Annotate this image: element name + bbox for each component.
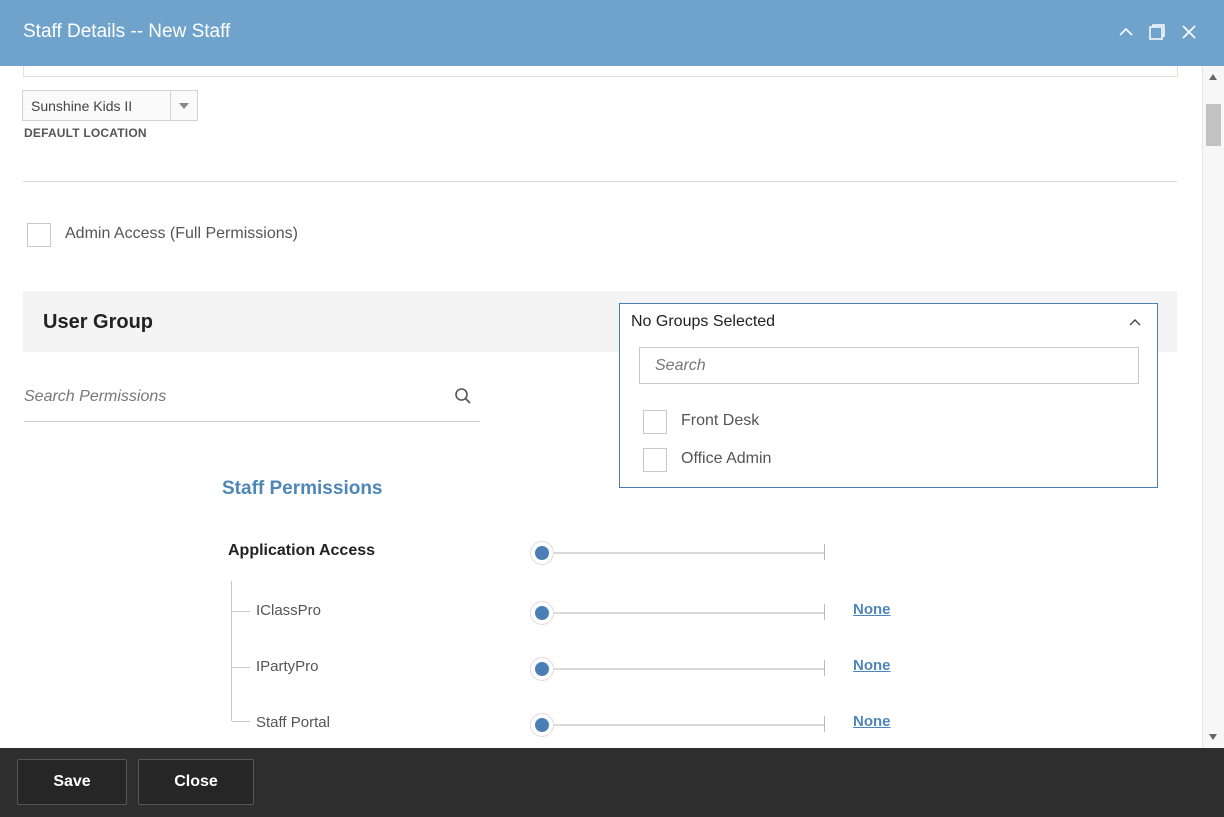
save-button[interactable]: Save: [17, 759, 127, 805]
caret-down-icon[interactable]: [170, 91, 197, 120]
iclasspro-level-link[interactable]: None: [853, 601, 891, 618]
window-title: Staff Details -- New Staff: [23, 21, 231, 42]
staff-portal-slider[interactable]: [531, 714, 827, 736]
application-access-slider[interactable]: [531, 542, 827, 564]
permission-label-iclasspro: IClassPro: [256, 602, 322, 619]
admin-access-label: Admin Access (Full Permissions): [65, 225, 298, 242]
user-group-title: User Group: [43, 311, 154, 333]
section-divider: [23, 181, 1177, 182]
window-titlebar: Staff Details -- New Staff: [0, 0, 1224, 66]
scroll-up-arrow-icon[interactable]: [1209, 74, 1217, 80]
scrollbar-thumb[interactable]: [1206, 104, 1221, 146]
user-group-selected-value: No Groups Selected: [631, 313, 776, 330]
group-search-field: [639, 347, 1139, 384]
tree-line: [231, 581, 232, 721]
application-access-label: Application Access: [228, 542, 376, 559]
slider-handle[interactable]: [531, 658, 553, 680]
collapse-icon[interactable]: [1114, 20, 1138, 44]
staff-permissions-title: Staff Permissions: [222, 478, 383, 499]
default-location-caption: DEFAULT LOCATION: [24, 126, 147, 140]
dialog-footer: Save Close: [0, 748, 1224, 817]
close-icon[interactable]: [1177, 20, 1201, 44]
maximize-icon[interactable]: [1145, 20, 1169, 44]
office-admin-checkbox[interactable]: [643, 448, 667, 472]
slider-handle[interactable]: [531, 714, 553, 736]
admin-access-checkbox[interactable]: [27, 223, 51, 247]
search-icon[interactable]: [454, 387, 472, 410]
staff-portal-level-link[interactable]: None: [853, 713, 891, 730]
slider-handle[interactable]: [531, 602, 553, 624]
ipartypro-level-link[interactable]: None: [853, 657, 891, 674]
ipartypro-slider[interactable]: [531, 658, 827, 680]
default-location-value: Sunshine Kids II: [31, 98, 133, 114]
tree-branch: [232, 721, 250, 722]
close-button[interactable]: Close: [138, 759, 254, 805]
tree-branch: [232, 611, 250, 612]
search-permissions-input[interactable]: [24, 384, 444, 410]
group-search-input[interactable]: [655, 356, 1115, 376]
tree-branch: [232, 667, 250, 668]
vertical-scrollbar[interactable]: [1202, 66, 1224, 748]
iclasspro-slider[interactable]: [531, 602, 827, 624]
dialog-content: Sunshine Kids II DEFAULT LOCATION Admin …: [0, 66, 1202, 748]
scroll-down-arrow-icon[interactable]: [1209, 734, 1217, 740]
front-desk-label[interactable]: Front Desk: [681, 412, 759, 430]
permission-label-ipartypro: IPartyPro: [256, 658, 319, 675]
user-group-select[interactable]: No Groups Selected: [620, 304, 1157, 340]
partial-text-field[interactable]: [23, 66, 1178, 77]
slider-handle[interactable]: [531, 542, 553, 564]
permission-label-staff-portal: Staff Portal: [256, 714, 330, 731]
front-desk-checkbox[interactable]: [643, 410, 667, 434]
user-group-dropdown: No Groups Selected Front Desk Office Adm…: [619, 303, 1158, 488]
office-admin-label[interactable]: Office Admin: [681, 450, 771, 468]
chevron-up-icon[interactable]: [1129, 314, 1141, 332]
search-permissions-field: [24, 384, 480, 422]
default-location-select[interactable]: Sunshine Kids II: [22, 90, 198, 121]
